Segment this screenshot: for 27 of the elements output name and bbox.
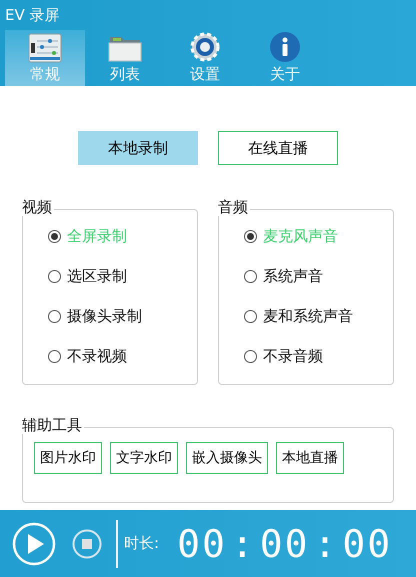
radio-option[interactable]: 不录视频 (48, 346, 197, 366)
timer-digits: 00 (342, 520, 392, 568)
window-title: EV 录屏 (5, 4, 60, 26)
group-title: 视频 (22, 198, 54, 216)
group-title: 辅助工具 (22, 416, 84, 434)
play-button[interactable] (12, 522, 56, 566)
tool-button[interactable]: 图片水印 (34, 442, 102, 474)
info-icon (269, 31, 301, 63)
mode-button[interactable]: 本地录制 (78, 131, 198, 165)
gear-icon (189, 31, 221, 63)
radio-option[interactable]: 摄像头录制 (48, 306, 197, 326)
radio-option[interactable]: 不录音频 (244, 346, 393, 366)
control-panel-icon (28, 33, 62, 63)
tool-button[interactable]: 本地直播 (276, 442, 344, 474)
mode-button[interactable]: 在线直播 (218, 131, 338, 165)
timer-digits: 00 (177, 520, 227, 568)
tool-button[interactable]: 嵌入摄像头 (186, 442, 268, 474)
group-title: 音频 (218, 198, 250, 216)
duration-label: 时长: (124, 533, 160, 554)
timer-digits: : (313, 520, 338, 568)
tool-button[interactable]: 文字水印 (110, 442, 178, 474)
radio-option[interactable]: 系统声音 (244, 266, 393, 286)
radio-option[interactable]: 选区录制 (48, 266, 197, 286)
timer-digits: 00 (260, 520, 310, 568)
radio-option[interactable]: 麦和系统声音 (244, 306, 393, 326)
timer-digits: : (230, 520, 256, 568)
stop-button[interactable] (72, 528, 102, 558)
